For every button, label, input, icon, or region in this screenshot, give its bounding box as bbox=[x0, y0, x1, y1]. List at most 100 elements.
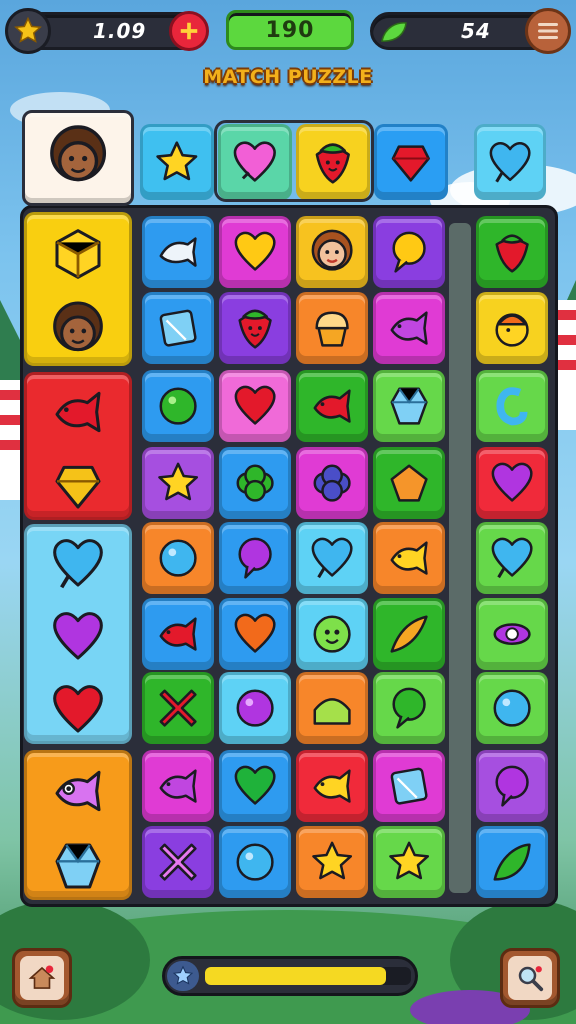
group-item bbox=[27, 838, 129, 894]
home-button[interactable] bbox=[12, 948, 72, 1008]
red-fish-icon bbox=[313, 389, 351, 423]
magnifier-icon bbox=[518, 966, 544, 992]
grid-tile[interactable] bbox=[296, 522, 368, 594]
grid-tile[interactable] bbox=[373, 370, 445, 442]
strawberry-face-icon bbox=[238, 309, 272, 349]
grid-tile[interactable] bbox=[142, 522, 214, 594]
grid-tile[interactable] bbox=[373, 447, 445, 519]
purple-heart-icon bbox=[491, 462, 533, 502]
grid-tile[interactable] bbox=[219, 598, 291, 670]
blue-bubble-icon bbox=[493, 689, 531, 727]
yellow-star-icon bbox=[312, 841, 352, 880]
right-column-tile[interactable] bbox=[476, 826, 548, 898]
green-dome-icon bbox=[313, 698, 351, 725]
right-column-tile[interactable] bbox=[476, 750, 548, 822]
board-tiles bbox=[0, 0, 576, 1024]
grid-tile[interactable] bbox=[219, 292, 291, 364]
grid-tile[interactable] bbox=[296, 216, 368, 288]
grid-tile[interactable] bbox=[296, 447, 368, 519]
grid-tile[interactable] bbox=[373, 216, 445, 288]
orange-pentagon-icon bbox=[390, 464, 428, 502]
grid-tile[interactable] bbox=[296, 750, 368, 822]
afro-face-icon bbox=[53, 300, 103, 351]
hat-fish-icon bbox=[495, 313, 529, 347]
group-tile-1[interactable] bbox=[24, 212, 132, 366]
progress-fill bbox=[205, 967, 387, 985]
progress-star-icon bbox=[167, 961, 199, 991]
yellow-cube-icon bbox=[55, 228, 101, 279]
grid-tile[interactable] bbox=[296, 292, 368, 364]
yellow-heart-icon bbox=[234, 231, 276, 271]
group-item bbox=[27, 536, 129, 592]
grid-tile[interactable] bbox=[219, 447, 291, 519]
purple-fish-icon bbox=[390, 311, 428, 345]
grid-tile[interactable] bbox=[373, 826, 445, 898]
right-column-tile[interactable] bbox=[476, 292, 548, 364]
blue-speech-heart-icon bbox=[311, 537, 353, 579]
group-item bbox=[27, 763, 129, 819]
yellow-star-icon bbox=[389, 841, 429, 880]
purple-bubble-icon bbox=[238, 537, 272, 579]
grid-tile[interactable] bbox=[219, 216, 291, 288]
yellow-star-icon bbox=[158, 462, 198, 501]
group-item bbox=[27, 300, 129, 359]
blue-speech-heart-icon bbox=[491, 537, 533, 579]
yellow-fish-icon bbox=[313, 769, 351, 803]
blue-bubble-icon bbox=[159, 539, 197, 577]
blue-square-icon bbox=[159, 309, 197, 347]
grid-tile[interactable] bbox=[373, 598, 445, 670]
right-column-tile[interactable] bbox=[476, 216, 548, 288]
green-speech-icon bbox=[392, 687, 426, 729]
red-heart-icon bbox=[53, 685, 103, 733]
grid-tile[interactable] bbox=[142, 370, 214, 442]
blue-bubble-icon bbox=[236, 843, 274, 881]
blue-crystal-icon bbox=[55, 842, 101, 889]
grid-tile[interactable] bbox=[296, 826, 368, 898]
grid-tile[interactable] bbox=[373, 522, 445, 594]
grid-tile[interactable] bbox=[142, 447, 214, 519]
grid-tile[interactable] bbox=[142, 826, 214, 898]
grid-tile[interactable] bbox=[142, 672, 214, 744]
group-tile-4[interactable] bbox=[24, 750, 132, 900]
purple-ball-icon bbox=[236, 689, 274, 727]
grid-tile[interactable] bbox=[142, 598, 214, 670]
grid-tile[interactable] bbox=[373, 292, 445, 364]
grid-tile[interactable] bbox=[296, 672, 368, 744]
blueberry-icon bbox=[313, 464, 351, 502]
green-blob-icon bbox=[159, 387, 197, 425]
green-face-icon bbox=[313, 615, 351, 653]
grid-tile[interactable] bbox=[219, 370, 291, 442]
group-tile-3[interactable] bbox=[24, 524, 132, 744]
white-fish-icon bbox=[159, 237, 197, 267]
grid-tile[interactable] bbox=[296, 370, 368, 442]
green-heart-icon bbox=[234, 765, 276, 805]
group-tile-2[interactable] bbox=[24, 372, 132, 520]
right-column-tile[interactable] bbox=[476, 522, 548, 594]
home-icon bbox=[28, 965, 56, 989]
group-item bbox=[27, 226, 129, 282]
yellow-fish-icon bbox=[390, 541, 428, 575]
grid-tile[interactable] bbox=[142, 750, 214, 822]
right-column-tile[interactable] bbox=[476, 370, 548, 442]
grid-tile[interactable] bbox=[373, 750, 445, 822]
grid-tile[interactable] bbox=[296, 598, 368, 670]
group-item bbox=[27, 384, 129, 440]
blue-crystal-icon bbox=[390, 387, 428, 425]
grid-tile[interactable] bbox=[219, 522, 291, 594]
red-fish-icon bbox=[55, 391, 101, 433]
purple-bubble-icon bbox=[495, 765, 529, 807]
grid-tile[interactable] bbox=[219, 750, 291, 822]
blue-hook-icon bbox=[496, 387, 528, 426]
grid-tile[interactable] bbox=[142, 292, 214, 364]
pink-fish-icon bbox=[55, 770, 101, 811]
right-column-tile[interactable] bbox=[476, 598, 548, 670]
right-column-tile[interactable] bbox=[476, 447, 548, 519]
grid-tile[interactable] bbox=[142, 216, 214, 288]
search-button[interactable] bbox=[500, 948, 560, 1008]
green-leaf-icon bbox=[493, 843, 531, 881]
yellow-bubble-icon bbox=[392, 231, 426, 273]
grid-tile[interactable] bbox=[219, 826, 291, 898]
right-column-tile[interactable] bbox=[476, 672, 548, 744]
grid-tile[interactable] bbox=[219, 672, 291, 744]
grid-tile[interactable] bbox=[373, 672, 445, 744]
